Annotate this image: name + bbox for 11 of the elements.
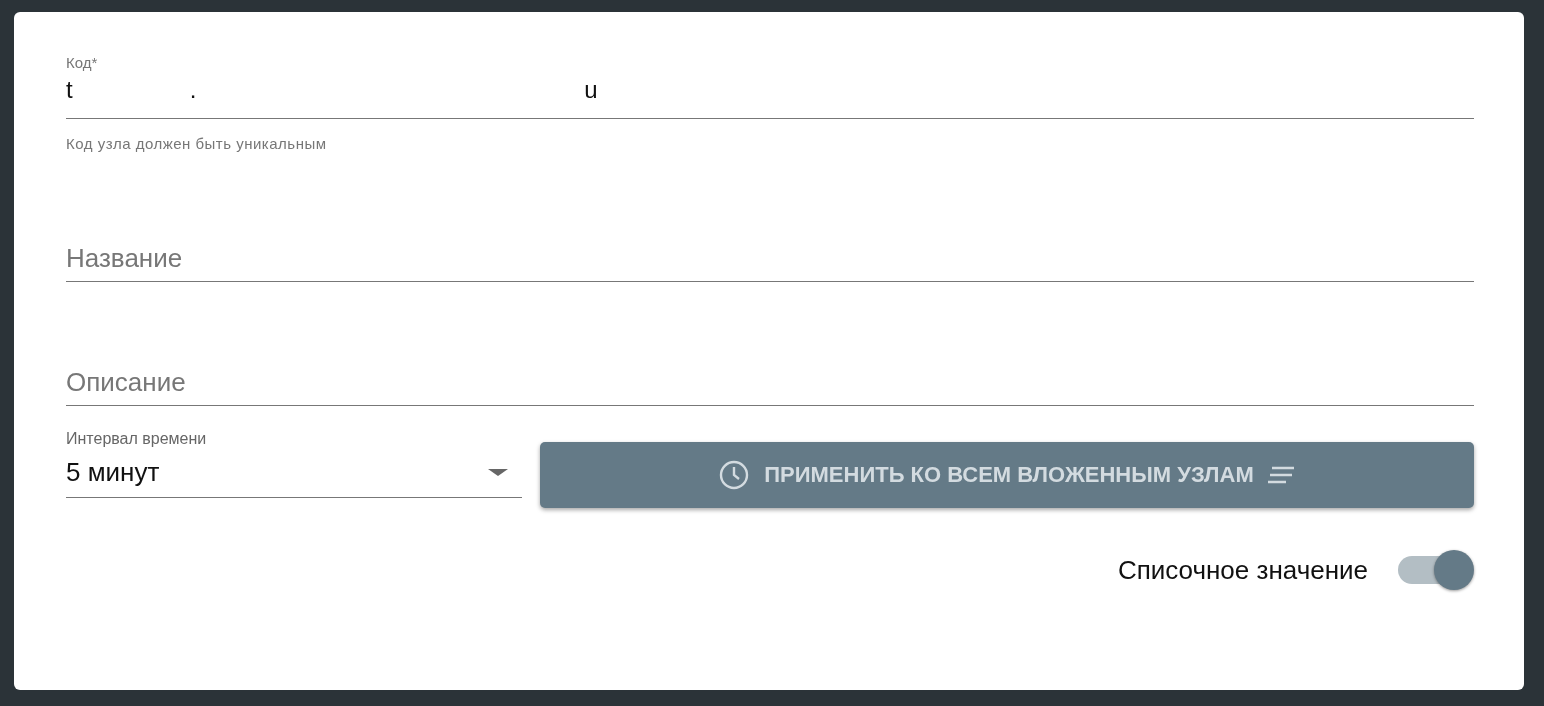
field-label: Код*: [66, 54, 98, 71]
caret-icon: [488, 469, 508, 476]
hint-text: Код узла должен быть уникальным: [66, 135, 327, 152]
description-field[interactable]: Описание: [66, 360, 1474, 406]
field-label: Интервал времени: [66, 430, 207, 448]
clock-icon: [718, 459, 751, 491]
code-input-field[interactable]: t . u: [66, 71, 1474, 119]
sort-lines-icon: [1267, 465, 1296, 485]
toggle-label: Списочное значение: [1117, 554, 1368, 586]
name-field[interactable]: Название: [66, 236, 1474, 282]
interval-select[interactable]: 5 минут: [66, 448, 522, 498]
